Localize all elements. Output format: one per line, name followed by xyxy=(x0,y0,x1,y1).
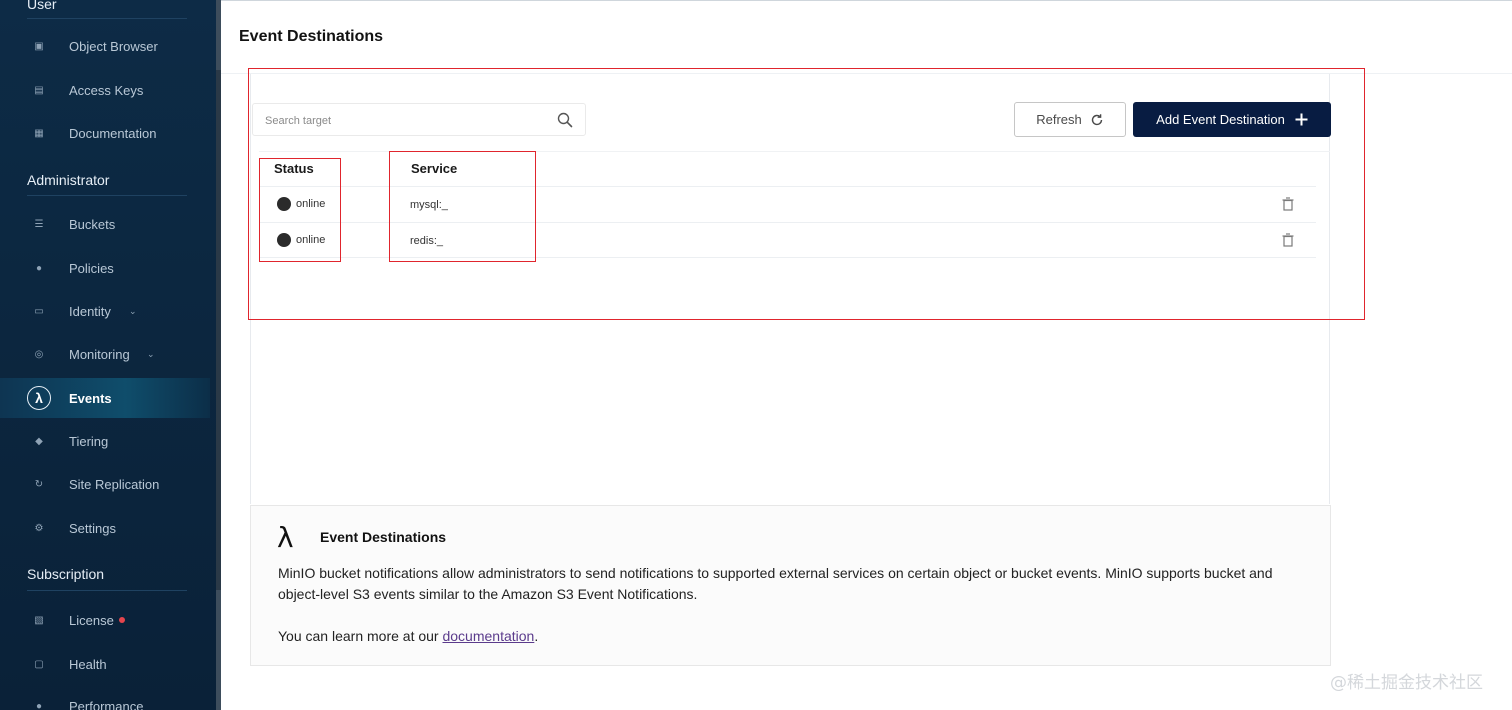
table-top-border xyxy=(259,151,1330,152)
sidebar-item-health[interactable]: ▢ Health xyxy=(0,644,210,684)
row-divider xyxy=(259,222,1316,223)
status-text: online xyxy=(296,234,326,246)
search-box[interactable] xyxy=(252,103,586,136)
help-learn-more: You can learn more at our documentation. xyxy=(278,628,538,644)
help-description: MinIO bucket notifications allow adminis… xyxy=(278,565,1273,602)
table-row-status: online xyxy=(277,197,325,211)
learn-more-suffix: . xyxy=(534,628,539,644)
search-input[interactable] xyxy=(263,111,537,131)
status-dot-icon xyxy=(277,233,291,247)
sidebar-item-events[interactable]: λ Events xyxy=(0,378,210,418)
sidebar-item-license[interactable]: ▧ License xyxy=(0,600,210,640)
sidebar-divider xyxy=(27,195,187,196)
lambda-icon: λ xyxy=(277,521,294,554)
lambda-icon: λ xyxy=(27,386,51,410)
buckets-icon: ☰ xyxy=(34,218,44,230)
sidebar-item-label: Buckets xyxy=(69,216,116,232)
sidebar-item-tiering[interactable]: ◆ Tiering xyxy=(0,421,210,461)
site-replication-icon: ↻ xyxy=(34,478,44,490)
monitoring-icon: ◎ xyxy=(34,348,44,360)
sidebar-item-label: Tiering xyxy=(69,433,109,449)
column-header-service[interactable]: Service xyxy=(411,161,457,176)
sidebar-item-label: Performance xyxy=(69,698,144,710)
add-button-label: Add Event Destination xyxy=(1156,112,1285,127)
sidebar-divider xyxy=(27,18,187,19)
sidebar-item-label: License xyxy=(69,612,114,628)
content-panel xyxy=(250,74,1330,504)
refresh-button-label: Refresh xyxy=(1036,112,1082,127)
table-row-status: online xyxy=(277,233,325,247)
watermark: @稀土掘金技术社区 xyxy=(1330,673,1483,693)
sidebar-item-label: Policies xyxy=(69,260,114,276)
documentation-icon: ▦ xyxy=(34,127,44,139)
column-header-status[interactable]: Status xyxy=(274,161,314,176)
tiering-icon: ◆ xyxy=(35,435,43,447)
chevron-down-icon: ⌄ xyxy=(129,305,137,316)
performance-icon: ● xyxy=(35,700,43,710)
trash-icon[interactable] xyxy=(1281,197,1295,211)
access-keys-icon: ▤ xyxy=(34,84,44,96)
sidebar-item-label: Site Replication xyxy=(69,476,160,492)
sidebar-item-object-browser[interactable]: ▣ Object Browser xyxy=(0,26,210,66)
table-row-service[interactable]: mysql:_ xyxy=(410,198,448,212)
help-title: Event Destinations xyxy=(320,529,447,545)
sidebar-item-label: Identity xyxy=(69,303,111,319)
chevron-down-icon: ⌄ xyxy=(147,348,155,359)
license-icon: ▧ xyxy=(34,614,44,626)
sidebar-divider xyxy=(27,590,187,591)
identity-icon: ▭ xyxy=(34,305,44,317)
sidebar-item-documentation[interactable]: ▦ Documentation xyxy=(0,113,210,153)
policies-icon: ● xyxy=(35,262,43,274)
refresh-button[interactable]: Refresh xyxy=(1014,102,1126,137)
documentation-link[interactable]: documentation xyxy=(442,628,534,644)
health-icon: ▢ xyxy=(34,658,44,670)
sidebar-item-label: Health xyxy=(69,656,107,672)
sidebar-item-site-replication[interactable]: ↻ Site Replication xyxy=(0,464,210,504)
sidebar-section-user: User xyxy=(27,0,57,12)
sidebar-item-monitoring[interactable]: ◎ Monitoring ⌄ xyxy=(0,334,210,374)
event-destinations-table: Status Service online mysql:_ online red… xyxy=(259,151,1330,271)
top-border xyxy=(221,0,1512,1)
sidebar-scrollbar[interactable] xyxy=(216,0,221,710)
trash-icon[interactable] xyxy=(1281,233,1295,247)
sidebar: User ▣ Object Browser ▤ Access Keys ▦ Do… xyxy=(0,0,216,710)
sidebar-item-performance[interactable]: ● Performance xyxy=(0,686,210,710)
sidebar-item-label: Events xyxy=(69,390,112,406)
sidebar-section-administrator: Administrator xyxy=(27,172,110,188)
add-event-destination-button[interactable]: Add Event Destination xyxy=(1133,102,1331,137)
sidebar-item-policies[interactable]: ● Policies xyxy=(0,248,210,288)
sidebar-item-label: Settings xyxy=(69,520,116,536)
row-divider xyxy=(259,257,1316,258)
sidebar-item-label: Access Keys xyxy=(69,82,144,98)
help-box: λ Event Destinations MinIO bucket notifi… xyxy=(250,505,1331,666)
sidebar-scrollbar-thumb[interactable] xyxy=(216,70,221,590)
sidebar-item-identity[interactable]: ▭ Identity ⌄ xyxy=(0,291,210,331)
sidebar-item-access-keys[interactable]: ▤ Access Keys xyxy=(0,70,210,110)
search-icon[interactable] xyxy=(557,112,573,128)
gear-icon: ⚙ xyxy=(34,522,44,534)
page-title: Event Destinations xyxy=(239,28,384,45)
object-browser-icon: ▣ xyxy=(34,40,44,52)
row-divider xyxy=(259,186,1316,187)
sidebar-item-buckets[interactable]: ☰ Buckets xyxy=(0,204,210,244)
sidebar-item-label: Monitoring xyxy=(69,346,130,362)
sidebar-item-label: Object Browser xyxy=(69,38,158,54)
table-row-service[interactable]: redis:_ xyxy=(410,234,443,248)
sidebar-item-settings[interactable]: ⚙ Settings xyxy=(0,508,210,548)
sidebar-item-label: Documentation xyxy=(69,125,157,141)
license-alert-dot xyxy=(119,617,125,623)
learn-more-prefix: You can learn more at our xyxy=(278,628,443,644)
refresh-icon xyxy=(1091,113,1102,125)
status-text: online xyxy=(296,198,326,210)
status-dot-icon xyxy=(277,197,291,211)
plus-icon xyxy=(1295,113,1308,126)
sidebar-section-subscription: Subscription xyxy=(27,566,105,582)
